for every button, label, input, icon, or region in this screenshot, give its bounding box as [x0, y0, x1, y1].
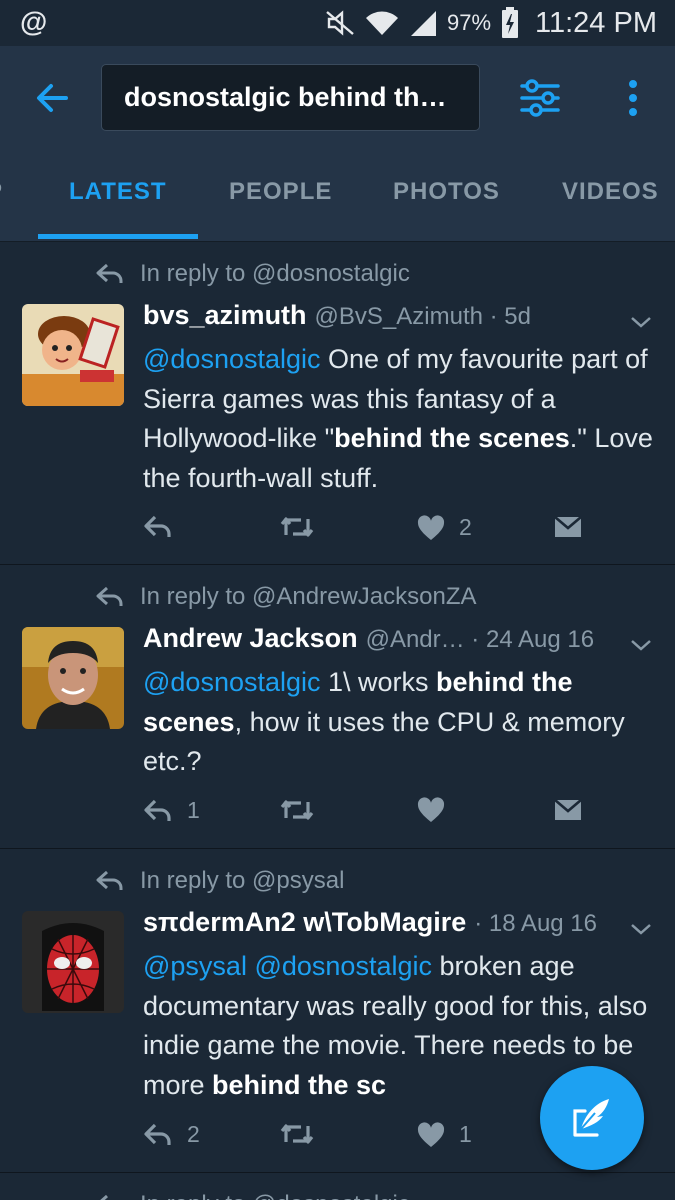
envelope-icon: [554, 799, 582, 820]
signal-icon: [410, 11, 436, 36]
heart-icon: [417, 1121, 445, 1147]
mention-link[interactable]: @dosnostalgic: [143, 667, 321, 697]
mute-icon: [326, 10, 354, 36]
search-highlight: behind the scenes: [334, 423, 570, 453]
tab-people[interactable]: PEOPLE: [229, 178, 332, 206]
filter-button[interactable]: [518, 76, 562, 120]
retweet-button[interactable]: [279, 797, 315, 823]
author-name[interactable]: bvs_azimuth: [143, 300, 307, 331]
like-button[interactable]: [417, 797, 459, 823]
back-button[interactable]: [30, 76, 74, 120]
tab-photos[interactable]: PHOTOS: [393, 178, 500, 206]
chevron-down-icon[interactable]: [629, 917, 653, 941]
reply-count: 1: [187, 797, 200, 823]
reply-icon: [144, 515, 171, 537]
sliders-icon: [520, 79, 560, 117]
feather-compose-icon: [573, 1099, 609, 1137]
status-bar: @ 97% 11:24 PM: [0, 0, 675, 46]
reply-context: In reply to @dosnostalgic: [96, 260, 410, 288]
envelope-icon: [554, 516, 582, 537]
reply-small-icon: [96, 870, 123, 890]
direct-message-button[interactable]: [553, 797, 583, 823]
battery-percent: 97%: [446, 10, 492, 35]
mention-link[interactable]: @dosnostalgic: [143, 344, 321, 374]
battery-charging-icon: [502, 7, 519, 38]
reply-context: In reply to @dosnostalgic: [96, 1191, 410, 1200]
author-name[interactable]: sπdermAn2 w\TobMagire: [143, 907, 466, 938]
reply-small-icon: [96, 263, 123, 283]
tweet-list: In reply to @dosnostalgic bvs_azimuth @B…: [0, 242, 675, 1200]
direct-message-button[interactable]: [553, 514, 583, 540]
avatar[interactable]: [22, 911, 124, 1013]
like-button[interactable]: 2: [417, 514, 472, 541]
chevron-down-icon[interactable]: [629, 310, 653, 334]
tweet-actions: 1: [143, 797, 603, 831]
avatar-image-cartoon: [22, 304, 124, 406]
search-query: dosnostalgic behind th…: [124, 82, 447, 112]
tweet-item[interactable]: In reply to @dosnostalgic: [0, 1173, 675, 1200]
active-tab-indicator: [38, 234, 198, 239]
like-count: 1: [459, 1121, 472, 1147]
search-tabs: P LATEST PEOPLE PHOTOS VIDEOS: [0, 150, 675, 242]
reply-icon: [144, 799, 171, 821]
reply-context: In reply to @psysal: [96, 867, 344, 895]
mention-link[interactable]: @dosnostalgic: [254, 951, 432, 981]
avatar[interactable]: [22, 627, 124, 729]
clock: 11:24 PM: [535, 6, 657, 39]
reply-small-icon: [100, 1194, 108, 1200]
tab-partial: P: [0, 178, 3, 206]
avatar-image-photo: [22, 627, 124, 729]
tab-latest[interactable]: LATEST: [69, 178, 167, 206]
author-handle: @Andr… · 24 Aug 16: [365, 626, 595, 653]
tweet-item[interactable]: In reply to @dosnostalgic bvs_azimuth @B…: [0, 242, 675, 565]
wifi-icon: [365, 11, 398, 35]
like-count: 2: [459, 514, 472, 540]
tab-videos[interactable]: VIDEOS: [562, 178, 659, 206]
mention-link[interactable]: @psysal: [143, 951, 247, 981]
reply-small-icon: [96, 586, 123, 606]
reply-icon: [144, 1123, 171, 1145]
compose-tweet-button[interactable]: [540, 1066, 644, 1170]
tweet-text: @dosnostalgic 1\ works behind the scenes…: [143, 663, 653, 782]
author-name[interactable]: Andrew Jackson: [143, 623, 358, 654]
tweet-actions: 2 1: [143, 1121, 603, 1155]
reply-button[interactable]: 1: [143, 797, 200, 824]
retweet-icon: [280, 1124, 314, 1144]
reply-button[interactable]: 2: [143, 1121, 200, 1148]
notification-at-icon: @: [20, 6, 48, 37]
avatar-image-spiderman: [22, 911, 124, 1013]
search-highlight: behind the sc: [212, 1069, 387, 1100]
reply-count: 2: [187, 1121, 200, 1147]
vertical-dots-icon: [629, 80, 637, 116]
retweet-icon: [280, 800, 314, 820]
author-handle: @BvS_Azimuth · 5d: [314, 303, 531, 330]
tweet-item[interactable]: In reply to @AndrewJacksonZA Andrew Jack…: [0, 565, 675, 849]
like-button[interactable]: 1: [417, 1121, 472, 1148]
author-handle: · 18 Aug 16: [474, 910, 597, 937]
more-options-button[interactable]: [616, 76, 650, 120]
arrow-left-icon: [37, 84, 68, 112]
tweet-header: sπdermAn2 w\TobMagire · 18 Aug 16: [143, 907, 615, 938]
tweet-header: Andrew Jackson @Andr… · 24 Aug 16: [143, 623, 615, 654]
tweet-text: @dosnostalgic One of my favourite part o…: [143, 340, 653, 498]
search-input[interactable]: dosnostalgic behind th…: [101, 64, 480, 131]
chevron-down-icon[interactable]: [629, 633, 653, 657]
heart-icon: [417, 797, 445, 822]
avatar[interactable]: [22, 304, 124, 406]
heart-icon: [417, 514, 445, 540]
retweet-button[interactable]: [279, 514, 315, 540]
retweet-button[interactable]: [279, 1121, 315, 1147]
reply-button[interactable]: [143, 514, 187, 540]
tweet-actions: 2: [143, 514, 603, 548]
tweet-text-segment: 1\ works: [320, 667, 437, 697]
reply-context: In reply to @AndrewJacksonZA: [96, 583, 477, 611]
tweet-header: bvs_azimuth @BvS_Azimuth · 5d: [143, 300, 615, 331]
status-icons: 97% 11:24 PM: [325, 4, 657, 42]
search-toolbar: dosnostalgic behind th…: [0, 46, 675, 150]
retweet-icon: [280, 517, 314, 537]
